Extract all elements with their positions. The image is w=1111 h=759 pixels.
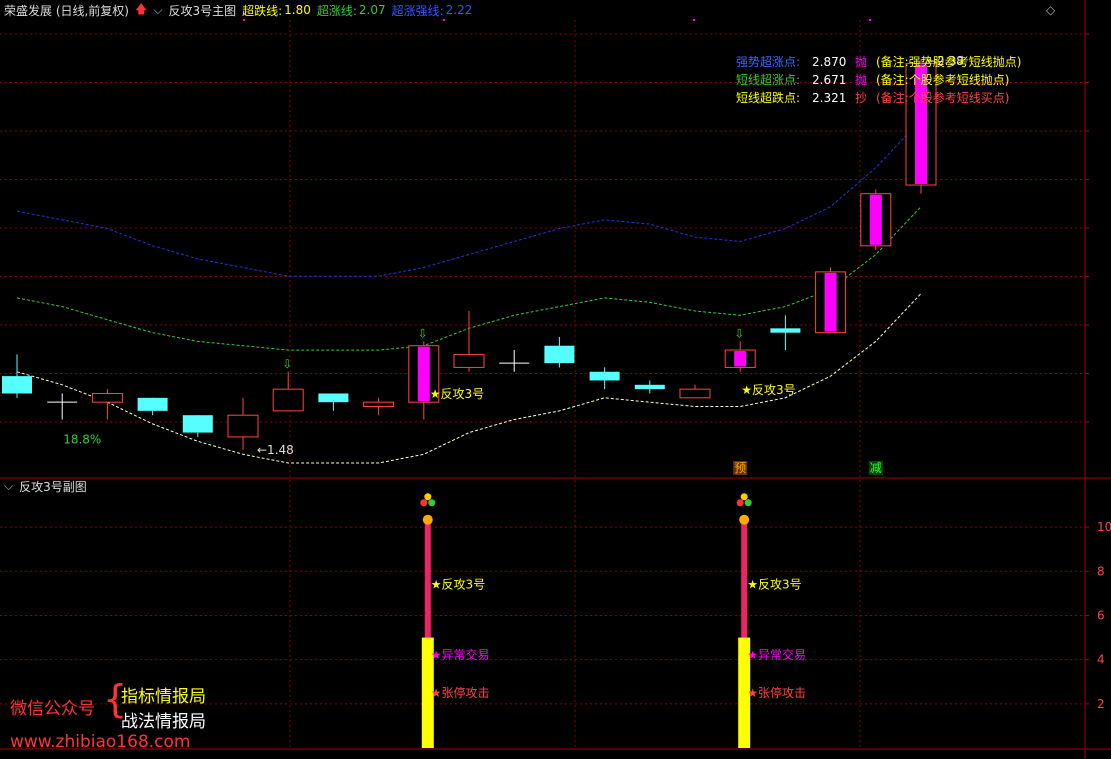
note-action: 抄 bbox=[855, 91, 867, 105]
line-value-3: 2.22 bbox=[445, 3, 473, 17]
stock-title[interactable]: 荣盛发展 (日线,前复权) bbox=[4, 2, 129, 19]
candle-body-fill bbox=[824, 272, 837, 332]
signal-label: ★反攻3号 bbox=[741, 383, 795, 397]
down-arrow-icon: ⇩ bbox=[734, 326, 744, 340]
signal-triplet-icon bbox=[428, 499, 436, 507]
line-value-2: 2.07 bbox=[358, 3, 386, 17]
note-label: 短线超跌点: bbox=[736, 90, 800, 105]
down-arrow-icon: ⇩ bbox=[282, 357, 292, 371]
line-label-3: 超涨强线: bbox=[391, 3, 444, 18]
candle-body bbox=[363, 401, 395, 408]
note-remark: (备注:强势股参考短线抛点) bbox=[876, 54, 1021, 69]
watermark-label: 微信公众号 bbox=[10, 699, 95, 719]
low-label: ←1.48 bbox=[257, 443, 294, 457]
signal-sub-label: ★异常交易 bbox=[747, 647, 806, 662]
diamond-icon: ◇ bbox=[1046, 3, 1056, 17]
line-label-2: 超涨线: bbox=[316, 3, 357, 18]
signal-triplet-icon bbox=[744, 499, 752, 507]
watermark-url: www.zhibiao168.com bbox=[10, 732, 191, 752]
candle-body bbox=[679, 388, 711, 399]
watermark-line1: 指标情报局 bbox=[121, 687, 206, 707]
sub-tick-label: 4 bbox=[1097, 653, 1105, 667]
note-value: 2.671 bbox=[812, 73, 846, 87]
top-mark bbox=[869, 19, 871, 21]
signal-label: ★反攻3号 bbox=[430, 387, 484, 401]
candle-body bbox=[589, 371, 620, 381]
note-value: 2.870 bbox=[812, 55, 846, 69]
line-value-1: 1.80 bbox=[284, 3, 311, 17]
sub-tick-label: 8 bbox=[1097, 564, 1105, 578]
top-mark bbox=[693, 19, 695, 21]
indicator-name[interactable]: 反攻3号主图 bbox=[168, 2, 236, 19]
signal-sub-label: ★异常交易 bbox=[431, 647, 490, 662]
candle-body bbox=[91, 392, 123, 403]
candle-body-fill bbox=[869, 194, 882, 245]
candle-body bbox=[182, 415, 213, 433]
note-remark: (备注:个股参考短线买点) bbox=[876, 90, 1009, 105]
signal-sub-label: ★张停攻击 bbox=[431, 685, 490, 700]
signal-sub-label: ★张停攻击 bbox=[747, 685, 806, 700]
blue-line bbox=[16, 119, 922, 277]
badge-yu-text: 预 bbox=[734, 461, 746, 475]
chevron-down-icon[interactable]: ⌵ bbox=[153, 3, 162, 18]
kline-chart[interactable]: 24681018.8%←1.48←2.38★反攻3号 ★反攻3号⇩⇩ ⇩预 减◇强势超… bbox=[0, 0, 1111, 759]
note-label: 强势超涨点: bbox=[736, 54, 800, 69]
signal-sub-label: ★反攻3号 bbox=[747, 578, 801, 592]
watermark-line2: 战法情报局 bbox=[121, 712, 206, 732]
candle-body bbox=[634, 384, 665, 390]
chevron-down-icon[interactable]: ⌵ bbox=[4, 479, 13, 494]
note-remark: (备注:个股参考短线抛点) bbox=[876, 72, 1009, 87]
signal-orb-icon bbox=[739, 514, 750, 525]
candle-body bbox=[318, 393, 349, 403]
signal-orb-icon bbox=[422, 514, 433, 525]
candle-body bbox=[227, 414, 259, 438]
candle-body bbox=[770, 328, 801, 333]
signal-triplet-icon bbox=[424, 493, 432, 501]
note-value: 2.321 bbox=[812, 91, 846, 105]
sub-tick-label: 2 bbox=[1097, 697, 1105, 711]
sub-panel-title[interactable]: 反攻3号副图 bbox=[19, 478, 87, 495]
badge-jian-text: 减 bbox=[870, 461, 882, 475]
candle-body bbox=[453, 353, 485, 368]
sub-header: ⌵ 反攻3号副图 bbox=[0, 476, 93, 496]
note-label: 短线超涨点: bbox=[736, 72, 800, 87]
signal-triplet-icon bbox=[740, 493, 748, 501]
sub-tick-label: 6 bbox=[1097, 608, 1105, 622]
note-action: 抛 bbox=[855, 54, 867, 69]
candle-body bbox=[137, 397, 168, 411]
line-label-1: 超跌线: bbox=[242, 3, 283, 18]
candle-body bbox=[2, 376, 32, 394]
candle-body-fill bbox=[734, 351, 747, 367]
signal-triplet-icon bbox=[736, 499, 744, 507]
down-arrow-icon: ⇩ bbox=[418, 326, 428, 340]
arrow-up-icon: 🡅 bbox=[135, 1, 148, 16]
candle-body-fill bbox=[417, 346, 430, 402]
candle-body bbox=[544, 345, 575, 364]
sub-tick-label: 10 bbox=[1097, 520, 1111, 534]
note-action: 抛 bbox=[855, 72, 867, 87]
candle-body bbox=[272, 388, 304, 412]
signal-triplet-icon bbox=[420, 499, 428, 507]
signal-sub-label: ★反攻3号 bbox=[431, 578, 485, 592]
pct-label: 18.8% bbox=[63, 433, 101, 447]
main-header: 荣盛发展 (日线,前复权) 🡅 ⌵ 反攻3号主图 超跌线: 1.80 超涨线: … bbox=[0, 0, 478, 20]
